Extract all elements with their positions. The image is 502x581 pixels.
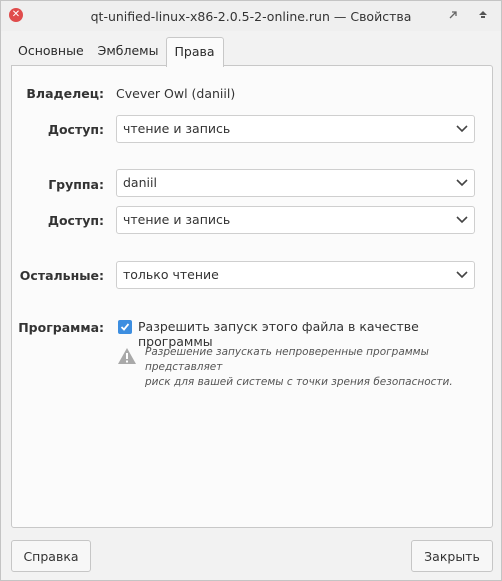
tab-basic[interactable]: Основные [11, 37, 91, 65]
window-title: qt-unified-linux-x86-2.0.5-2-online.run … [90, 8, 412, 24]
group-label: Группа: [48, 177, 104, 192]
properties-dialog: ✕ qt-unified-linux-x86-2.0.5-2-online.ru… [0, 0, 502, 581]
warning-line-2: риск для вашей системы с точки зрения бе… [145, 376, 453, 388]
tab-permissions[interactable]: Права [165, 37, 224, 67]
others-access-select[interactable]: только чтение [116, 261, 475, 289]
window-close-button[interactable]: ✕ [9, 8, 23, 22]
chevron-down-icon [456, 271, 468, 279]
group-access-label: Доступ: [47, 213, 104, 228]
title-bar[interactable]: ✕ qt-unified-linux-x86-2.0.5-2-online.ru… [1, 1, 501, 31]
owner-access-select[interactable]: чтение и запись [116, 115, 475, 143]
permissions-panel: Владелец: Cvever Owl (daniil) Доступ: чт… [11, 65, 493, 528]
close-button[interactable]: Закрыть [411, 540, 493, 572]
program-label: Программа: [18, 320, 104, 335]
warning-icon [118, 348, 136, 364]
close-icon: ✕ [11, 9, 21, 20]
owner-access-label: Доступ: [47, 122, 104, 137]
checkmark-icon [120, 323, 130, 331]
others-access-value: только чтение [123, 267, 219, 282]
chevron-down-icon [456, 125, 468, 133]
group-value: daniil [123, 175, 157, 190]
pin-icon[interactable] [447, 9, 459, 21]
maximize-icon[interactable] [477, 9, 489, 21]
tab-emblems[interactable]: Эмблемы [91, 37, 166, 65]
security-warning: Разрешение запускать непроверенные прогр… [145, 345, 485, 390]
help-button[interactable]: Справка [11, 540, 91, 572]
tab-bar: Основные Эмблемы Права [11, 37, 224, 67]
chevron-down-icon [456, 216, 468, 224]
owner-value: Cvever Owl (daniil) [116, 86, 236, 101]
others-label: Остальные: [19, 268, 104, 283]
owner-label: Владелец: [26, 86, 104, 101]
owner-access-value: чтение и запись [123, 121, 231, 136]
group-access-value: чтение и запись [123, 212, 231, 227]
warning-line-1: Разрешение запускать непроверенные прогр… [145, 346, 429, 373]
group-select[interactable]: daniil [116, 169, 475, 197]
group-access-select[interactable]: чтение и запись [116, 206, 475, 234]
allow-execute-checkbox[interactable] [118, 320, 132, 334]
chevron-down-icon [456, 179, 468, 187]
